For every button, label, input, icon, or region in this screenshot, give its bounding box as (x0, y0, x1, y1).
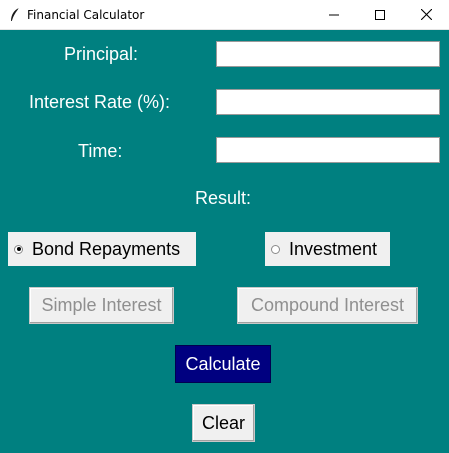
principal-label: Principal: (64, 44, 139, 64)
radio-unselected-icon (271, 244, 280, 254)
clear-button[interactable]: Clear (192, 404, 255, 442)
time-input[interactable] (216, 137, 440, 163)
radio-selected-icon (14, 244, 23, 254)
compound-interest-button[interactable]: Compound Interest (237, 287, 418, 324)
principal-input[interactable] (216, 41, 440, 67)
close-icon (420, 9, 432, 20)
calculate-button[interactable]: Calculate (175, 345, 271, 383)
investment-label: Investment (289, 238, 378, 259)
minimize-icon (329, 14, 339, 15)
interest-rate-input[interactable] (216, 89, 440, 115)
bond-repayments-radio[interactable]: Bond Repayments (8, 232, 196, 266)
bond-repayments-label: Bond Repayments (32, 238, 181, 259)
window-title: Financial Calculator (27, 8, 145, 22)
feather-icon (11, 7, 20, 22)
simple-interest-button[interactable]: Simple Interest (29, 287, 174, 324)
maximize-button[interactable] (357, 0, 403, 29)
investment-radio[interactable]: Investment (265, 232, 390, 266)
maximize-icon (375, 9, 385, 20)
title-bar: Financial Calculator (0, 0, 449, 30)
interest-rate-label: Interest Rate (%): (29, 92, 171, 112)
time-label: Time: (78, 141, 123, 161)
close-button[interactable] (403, 0, 449, 29)
result-label: Result: (195, 188, 252, 208)
minimize-button[interactable] (311, 0, 357, 29)
